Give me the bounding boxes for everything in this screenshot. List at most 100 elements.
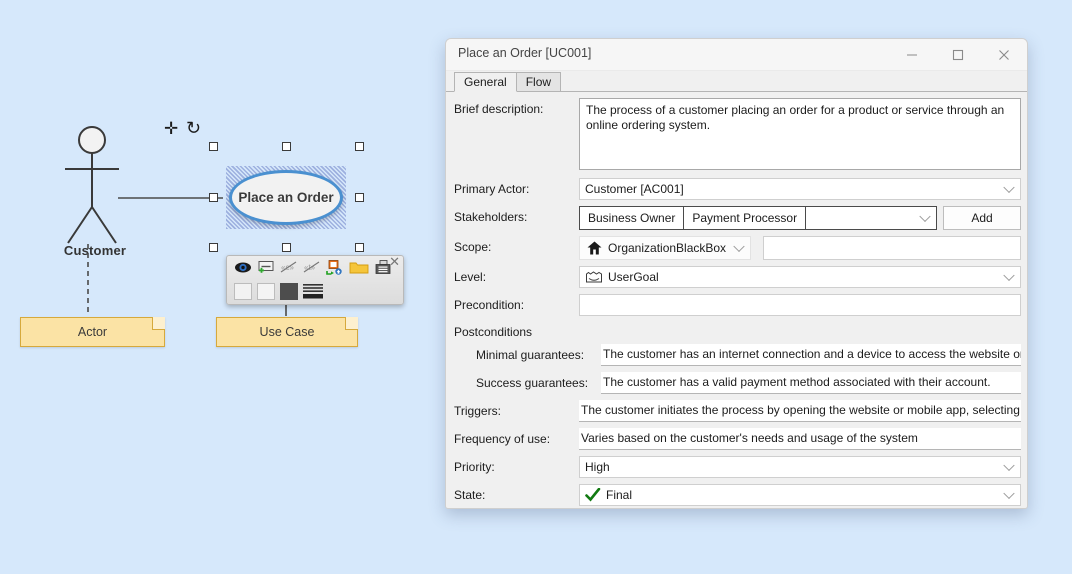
field-row-brief-description: Brief description: The process of a cust… [446, 98, 1027, 170]
primary-actor-label: Primary Actor: [454, 182, 530, 196]
triggers-input[interactable]: The customer initiates the process by op… [579, 400, 1021, 422]
stakeholder-chip-payment-processor[interactable]: Payment Processor [684, 207, 807, 229]
resize-handle-ne[interactable] [355, 142, 364, 151]
close-button[interactable] [981, 39, 1027, 70]
chevron-down-icon[interactable] [733, 240, 745, 253]
minimal-guarantees-input[interactable]: The customer has an internet connection … [601, 344, 1021, 366]
chevron-down-icon[interactable] [1003, 487, 1015, 500]
brief-description-label: Brief description: [454, 102, 544, 116]
green-check-icon [585, 488, 601, 502]
level-value: UserGoal [608, 269, 659, 284]
resize-handle-sw[interactable] [209, 243, 218, 252]
priority-value: High [585, 459, 610, 474]
visibility-eye-icon[interactable] [234, 260, 252, 275]
window-controls [889, 39, 1027, 70]
stakeholder-chip-label: Business Owner [588, 211, 676, 225]
folder-icon[interactable] [349, 260, 369, 275]
primary-actor-combo[interactable]: Customer [AC001] [579, 178, 1021, 200]
brief-description-textarea[interactable]: The process of a customer placing an ord… [579, 98, 1021, 170]
resize-handle-e[interactable] [355, 193, 364, 202]
frequency-label: Frequency of use: [454, 432, 551, 446]
user-goal-icon [586, 270, 602, 282]
use-case-label: Place an Order [238, 190, 334, 205]
field-row-level: Level: UserGoal [446, 266, 1027, 288]
use-case-diagram-canvas[interactable]: Customer ✛ ↻ Place an Order Actor Use Ca… [0, 0, 440, 574]
rotate-icon[interactable]: ↻ [186, 119, 201, 137]
chevron-down-icon[interactable] [1003, 181, 1015, 194]
field-row-stakeholders: Stakeholders: Business Owner Payment Pro… [446, 206, 1027, 230]
field-row-state: State: Final [446, 484, 1027, 506]
tab-general-label: General [464, 75, 507, 89]
precondition-input[interactable] [579, 294, 1021, 316]
note-actor-label: Actor [77, 325, 108, 339]
dialog-title: Place an Order [UC001] [458, 46, 592, 60]
success-guarantees-input[interactable]: The customer has a valid payment method … [601, 372, 1021, 394]
field-row-primary-actor: Primary Actor: Customer [AC001] [446, 178, 1027, 200]
field-row-frequency-of-use: Frequency of use: Varies based on the cu… [446, 428, 1027, 450]
level-combo[interactable]: UserGoal [579, 266, 1021, 288]
print-layout-icon[interactable] [374, 260, 392, 275]
add-stakeholder-button[interactable]: Add [943, 206, 1021, 230]
field-row-triggers: Triggers: The customer initiates the pro… [446, 400, 1027, 422]
priority-combo[interactable]: High [579, 456, 1021, 478]
general-form: Brief description: The process of a cust… [446, 92, 1027, 506]
scope-value: OrganizationBlackBox [608, 241, 727, 255]
state-combo[interactable]: Final [579, 484, 1021, 506]
use-case-properties-dialog[interactable]: Place an Order [UC001] General Flow Brie… [445, 38, 1028, 509]
postconditions-heading: Postconditions [454, 325, 533, 339]
precondition-label: Precondition: [454, 298, 525, 312]
success-guarantees-label: Success guarantees: [476, 376, 589, 390]
resize-handle-n[interactable] [282, 142, 291, 151]
fill-swatch-white-2[interactable] [257, 283, 275, 300]
stakeholders-input[interactable] [806, 207, 936, 229]
note-actor[interactable]: Actor [20, 317, 165, 347]
dialog-titlebar[interactable]: Place an Order [UC001] [446, 39, 1027, 71]
state-label: State: [454, 488, 486, 502]
line-style-swatch[interactable] [303, 283, 323, 300]
field-row-priority: Priority: High [446, 456, 1027, 478]
move-icon[interactable]: ✛ [164, 120, 178, 137]
resize-handle-se[interactable] [355, 243, 364, 252]
triggers-label: Triggers: [454, 404, 501, 418]
tab-strip[interactable]: General Flow [446, 71, 1027, 92]
field-row-precondition: Precondition: [446, 294, 1027, 316]
note-use-case[interactable]: Use Case [216, 317, 358, 347]
actor-label: Customer [63, 243, 127, 258]
minimal-guarantees-label: Minimal guarantees: [476, 348, 585, 362]
scope-combo[interactable]: OrganizationBlackBox [579, 236, 752, 260]
note-use-case-label: Use Case [259, 325, 315, 339]
hide-tagged-values-icon[interactable]: «t» [303, 260, 321, 275]
scope-extra-input[interactable] [763, 236, 1021, 260]
move-to-package-icon[interactable] [326, 260, 344, 275]
resize-handle-s[interactable] [282, 243, 291, 252]
priority-label: Priority: [454, 460, 495, 474]
minimize-button[interactable] [889, 39, 935, 70]
field-row-success-guarantees: Success guarantees: The customer has a v… [446, 372, 1027, 394]
field-row-minimal-guarantees: Minimal guarantees: The customer has an … [446, 344, 1027, 366]
add-button-label: Add [971, 211, 993, 225]
scope-label: Scope: [454, 240, 492, 254]
stakeholder-chip-business-owner[interactable]: Business Owner [580, 207, 685, 229]
chevron-down-icon[interactable] [919, 210, 931, 223]
tab-flow-label: Flow [525, 75, 552, 89]
tab-flow[interactable]: Flow [515, 72, 562, 91]
chevron-down-icon[interactable] [1003, 459, 1015, 472]
stakeholder-chip-label: Payment Processor [692, 211, 798, 225]
add-caption-icon[interactable] [257, 260, 275, 275]
chevron-down-icon[interactable] [1003, 269, 1015, 282]
maximize-button[interactable] [935, 39, 981, 70]
stakeholders-label: Stakeholders: [454, 210, 528, 224]
frequency-input[interactable]: Varies based on the customer's needs and… [579, 428, 1021, 450]
level-label: Level: [454, 270, 487, 284]
stakeholders-box[interactable]: Business Owner Payment Processor [579, 206, 937, 230]
fill-swatch-white-1[interactable] [234, 283, 252, 300]
floating-format-toolbar[interactable]: ✕ «c» «t» [226, 255, 404, 305]
house-icon [587, 241, 602, 255]
fill-swatch-dark[interactable] [280, 283, 298, 300]
resize-handle-nw[interactable] [209, 142, 218, 151]
resize-handle-w[interactable] [209, 193, 218, 202]
use-case-node[interactable]: Place an Order [229, 170, 343, 225]
hide-stereotype-icon[interactable]: «c» [280, 260, 298, 275]
tab-general[interactable]: General [454, 72, 517, 92]
state-value: Final [606, 487, 633, 502]
